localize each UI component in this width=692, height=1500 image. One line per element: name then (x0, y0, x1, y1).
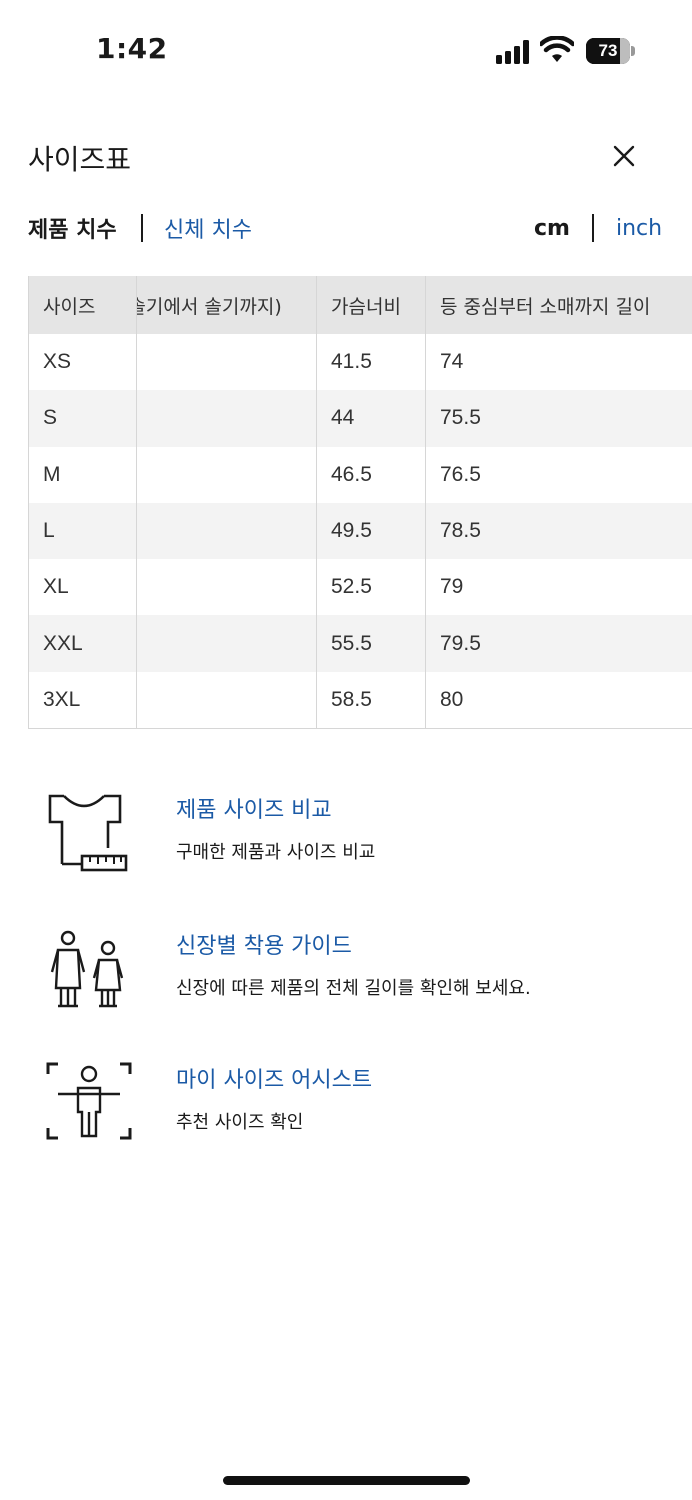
cell-shoulder (136, 446, 317, 503)
cell-size: L (28, 502, 137, 560)
cell-size: XXL (28, 615, 137, 672)
battery-icon: 73 (586, 38, 635, 64)
tab-divider (141, 214, 143, 242)
status-time: 1:42 (96, 32, 168, 65)
tshirt-ruler-icon (48, 794, 128, 872)
cell-chest: 52.5 (316, 559, 426, 616)
cell-shoulder (136, 334, 317, 391)
guide-product-size-compare[interactable]: 제품 사이즈 비교 구매한 제품과 사이즈 비교 (44, 792, 664, 892)
guide-title: 마이 사이즈 어시스트 (176, 1068, 373, 1093)
table-row: M 46.5 76.5 (28, 446, 692, 503)
unit-divider (592, 214, 594, 242)
guide-title: 제품 사이즈 비교 (176, 798, 332, 823)
page-title: 사이즈표 (28, 143, 132, 176)
guide-title: 신장별 착용 가이드 (176, 934, 352, 959)
header-shoulder: (솔기에서 솔기까지) (136, 276, 317, 334)
table-row: XS 41.5 74 (28, 334, 692, 391)
cell-chest: 58.5 (316, 671, 426, 729)
cell-sleeve: 79.5 (425, 615, 692, 672)
cell-sleeve: 80 (425, 671, 692, 729)
wifi-icon (540, 36, 574, 62)
status-bar: 1:42 73 (0, 0, 692, 100)
header-chest-width: 가슴너비 (316, 276, 426, 334)
cell-size: M (28, 446, 137, 503)
cell-shoulder (136, 615, 317, 672)
cell-shoulder (136, 559, 317, 616)
header-sleeve-length: 등 중심부터 소매까지 길이 (425, 276, 692, 334)
cell-sleeve: 76.5 (425, 446, 692, 503)
close-button[interactable] (606, 138, 642, 174)
cell-size: S (28, 390, 137, 447)
cell-chest: 41.5 (316, 334, 426, 391)
guide-description: 추천 사이즈 확인 (176, 1112, 304, 1133)
two-figures-icon (50, 930, 124, 1008)
guide-description: 신장에 따른 제품의 전체 길이를 확인해 보세요. (176, 978, 531, 999)
cell-sleeve: 78.5 (425, 502, 692, 560)
home-indicator[interactable] (223, 1476, 470, 1485)
table-row: XXL 55.5 79.5 (28, 615, 692, 672)
tab-body-size[interactable]: 신체 치수 (164, 212, 252, 244)
guide-my-size-assist[interactable]: 마이 사이즈 어시스트 추천 사이즈 확인 (44, 1062, 664, 1162)
cell-sleeve: 74 (425, 334, 692, 391)
size-table: 사이즈 (솔기에서 솔기까지) 가슴너비 등 중심부터 소매까지 길이 XS 4… (28, 276, 692, 729)
unit-inch-toggle[interactable]: inch (616, 216, 662, 241)
table-header-row: 사이즈 (솔기에서 솔기까지) 가슴너비 등 중심부터 소매까지 길이 (28, 276, 692, 334)
tab-product-size[interactable]: 제품 치수 (28, 212, 117, 244)
unit-cm-toggle[interactable]: cm (534, 216, 570, 241)
header-size: 사이즈 (28, 276, 137, 334)
cell-chest: 49.5 (316, 502, 426, 560)
table-row: S 44 75.5 (28, 390, 692, 447)
cell-sleeve: 75.5 (425, 390, 692, 447)
cell-chest: 46.5 (316, 446, 426, 503)
cell-chest: 55.5 (316, 615, 426, 672)
table-row: L 49.5 78.5 (28, 502, 692, 560)
body-scan-icon (46, 1062, 132, 1140)
cell-size: XL (28, 559, 137, 616)
table-row: XL 52.5 79 (28, 559, 692, 616)
cell-chest: 44 (316, 390, 426, 447)
cell-shoulder (136, 671, 317, 729)
cell-shoulder (136, 390, 317, 447)
guide-height-fit[interactable]: 신장별 착용 가이드 신장에 따른 제품의 전체 길이를 확인해 보세요. (44, 928, 664, 1028)
guide-description: 구매한 제품과 사이즈 비교 (176, 842, 376, 863)
table-row: 3XL 58.5 80 (28, 671, 692, 729)
battery-percent: 73 (598, 41, 618, 60)
cellular-signal-icon (496, 40, 532, 64)
cell-size: XS (28, 334, 137, 391)
cell-size: 3XL (28, 671, 137, 729)
cell-shoulder (136, 502, 317, 560)
close-icon (613, 145, 635, 167)
cell-sleeve: 79 (425, 559, 692, 616)
